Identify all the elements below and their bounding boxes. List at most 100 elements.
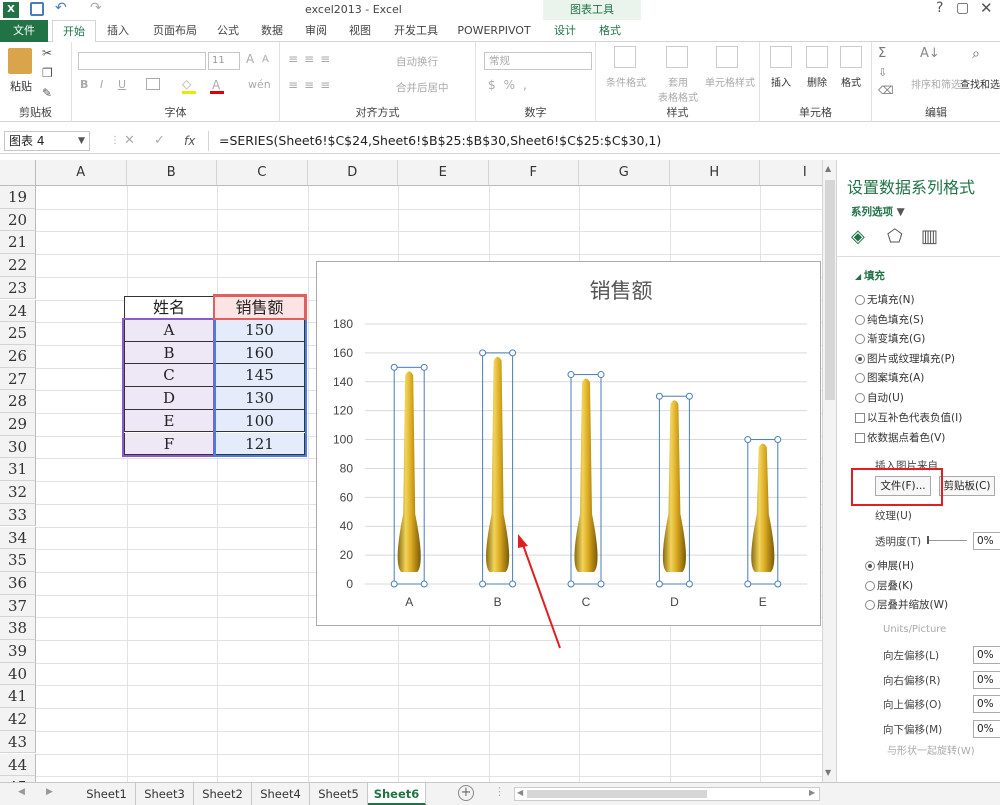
number-format-select[interactable]: 常规 bbox=[484, 52, 592, 70]
restore-icon[interactable]: ▢ bbox=[956, 0, 969, 16]
row-header[interactable]: 42 bbox=[0, 708, 36, 731]
row-header[interactable]: 30 bbox=[0, 435, 36, 459]
fill-section-header[interactable]: ◢ 填充 bbox=[855, 268, 885, 283]
selection-handle[interactable] bbox=[774, 436, 782, 444]
selection-handle[interactable] bbox=[655, 580, 663, 588]
italic-button[interactable]: I bbox=[100, 78, 103, 91]
column-header[interactable]: A bbox=[36, 160, 127, 186]
stack-option[interactable]: 层叠并缩放(W) bbox=[865, 597, 948, 613]
delete-cells-icon[interactable] bbox=[806, 46, 828, 68]
selection-handle[interactable] bbox=[744, 436, 752, 444]
grow-font-icon[interactable]: A bbox=[246, 52, 254, 66]
column-header[interactable]: C bbox=[217, 160, 308, 186]
column-header[interactable]: I bbox=[760, 160, 822, 186]
format-table-label[interactable]: 套用 表格格式 bbox=[652, 74, 704, 104]
radio-button[interactable] bbox=[865, 561, 875, 571]
row-header[interactable]: 38 bbox=[0, 617, 36, 640]
tab-developer[interactable]: 开发工具 bbox=[388, 20, 444, 42]
checkbox[interactable] bbox=[855, 413, 865, 423]
fill-option[interactable]: 纯色填充(S) bbox=[855, 312, 924, 328]
scroll-right-icon[interactable]: ▶ bbox=[809, 788, 815, 797]
cancel-icon[interactable]: ✕ bbox=[124, 131, 135, 151]
conditional-format-label[interactable]: 条件格式 bbox=[598, 74, 654, 89]
bold-button[interactable]: B bbox=[80, 78, 88, 91]
delete-cells-label[interactable]: 删除 bbox=[802, 74, 832, 89]
stack-option[interactable]: 层叠(K) bbox=[865, 578, 913, 594]
h-scroll-thumb[interactable] bbox=[527, 790, 707, 798]
column-header[interactable]: D bbox=[307, 160, 398, 186]
row-header[interactable]: 28 bbox=[0, 390, 36, 413]
checkbox[interactable] bbox=[855, 433, 865, 443]
selection-handle[interactable] bbox=[479, 580, 487, 588]
save-icon[interactable] bbox=[30, 2, 44, 16]
tab-design[interactable]: 设计 bbox=[543, 20, 587, 42]
insert-cells-label[interactable]: 插入 bbox=[766, 74, 796, 89]
wrap-text-button[interactable]: 自动换行 bbox=[396, 54, 438, 69]
row-header[interactable]: 34 bbox=[0, 526, 36, 550]
row-header[interactable]: 31 bbox=[0, 458, 36, 482]
offset-input[interactable]: 0% bbox=[973, 646, 1000, 664]
column-header[interactable]: H bbox=[669, 160, 760, 186]
font-color-icon[interactable]: A bbox=[212, 78, 220, 92]
row-header[interactable]: 39 bbox=[0, 640, 36, 663]
tab-review[interactable]: 审阅 bbox=[298, 20, 334, 42]
insert-function-icon[interactable]: fx bbox=[184, 131, 195, 151]
conditional-format-icon[interactable] bbox=[614, 46, 636, 68]
sort-filter-icon[interactable]: A↓ bbox=[920, 46, 940, 61]
row-header[interactable]: 25 bbox=[0, 322, 36, 345]
redo-icon[interactable]: ↷ bbox=[90, 0, 102, 16]
fill-option[interactable]: 渐变填充(G) bbox=[855, 331, 925, 347]
fill-option[interactable]: 图片或纹理填充(P) bbox=[855, 351, 955, 367]
format-cells-icon[interactable] bbox=[840, 46, 862, 68]
selection-handle[interactable] bbox=[390, 580, 398, 588]
transparency-input[interactable]: 0% bbox=[973, 532, 1000, 550]
horizontal-align-icons[interactable]: ≡≡≡ bbox=[288, 78, 336, 92]
table-header-cell[interactable]: 姓名 bbox=[124, 296, 214, 319]
next-sheet-icon[interactable]: ▶ bbox=[46, 787, 53, 797]
scroll-up-icon[interactable]: ▲ bbox=[825, 164, 831, 173]
selection-handle[interactable] bbox=[685, 392, 693, 400]
vary-colors-option[interactable]: 依数据点着色(V) bbox=[855, 430, 945, 446]
tab-format[interactable]: 格式 bbox=[590, 20, 630, 42]
clear-icon[interactable]: ⌫ bbox=[878, 84, 894, 97]
fill-icon[interactable]: ⇩ bbox=[878, 66, 887, 79]
tab-home[interactable]: 开始 bbox=[52, 20, 96, 43]
horizontal-scrollbar[interactable]: ◀ ▶ bbox=[514, 787, 820, 801]
underline-button[interactable]: U bbox=[118, 78, 126, 91]
fill-line-icon[interactable]: ◈ bbox=[851, 226, 865, 247]
selection-handle[interactable] bbox=[390, 363, 398, 371]
offset-input[interactable]: 0% bbox=[973, 695, 1000, 713]
format-cells-label[interactable]: 格式 bbox=[836, 74, 866, 89]
row-header[interactable]: 37 bbox=[0, 594, 36, 618]
row-header[interactable]: 22 bbox=[0, 254, 36, 277]
selection-handle[interactable] bbox=[479, 349, 487, 357]
radio-button[interactable] bbox=[855, 314, 865, 325]
radio-button[interactable] bbox=[855, 392, 865, 403]
column-header[interactable]: B bbox=[126, 160, 217, 186]
shrink-font-icon[interactable]: A bbox=[262, 54, 269, 65]
radio-button[interactable] bbox=[855, 353, 865, 364]
selection-handle[interactable] bbox=[774, 580, 782, 588]
number-format-icons[interactable]: $%, bbox=[488, 78, 535, 92]
radio-button[interactable] bbox=[855, 295, 865, 305]
name-box-dropdown-icon[interactable]: ▼ bbox=[78, 131, 85, 151]
prev-sheet-icon[interactable]: ◀ bbox=[18, 787, 25, 797]
bar[interactable] bbox=[662, 400, 686, 572]
radio-button[interactable] bbox=[855, 373, 865, 383]
transparency-slider-handle[interactable] bbox=[927, 536, 929, 544]
row-header[interactable]: 33 bbox=[0, 503, 36, 527]
format-table-icon[interactable] bbox=[666, 46, 688, 68]
selection-handle[interactable] bbox=[744, 580, 752, 588]
fill-option[interactable]: 无填充(N) bbox=[855, 292, 915, 308]
tab-formulas[interactable]: 公式 bbox=[210, 20, 246, 42]
clipboard-button[interactable]: 剪贴板(C) bbox=[939, 476, 995, 496]
sheet-tab[interactable]: Sheet3 bbox=[136, 783, 194, 805]
add-sheet-icon[interactable]: + bbox=[458, 785, 474, 801]
scroll-left-icon[interactable]: ◀ bbox=[517, 788, 523, 797]
cut-icon[interactable]: ✂ bbox=[42, 46, 52, 60]
selection-handle[interactable] bbox=[509, 349, 517, 357]
phonetic-icon[interactable]: wén bbox=[248, 78, 271, 91]
column-header[interactable]: E bbox=[398, 160, 489, 186]
row-header[interactable]: 41 bbox=[0, 685, 36, 709]
fill-color-icon[interactable]: ◇ bbox=[182, 77, 191, 91]
